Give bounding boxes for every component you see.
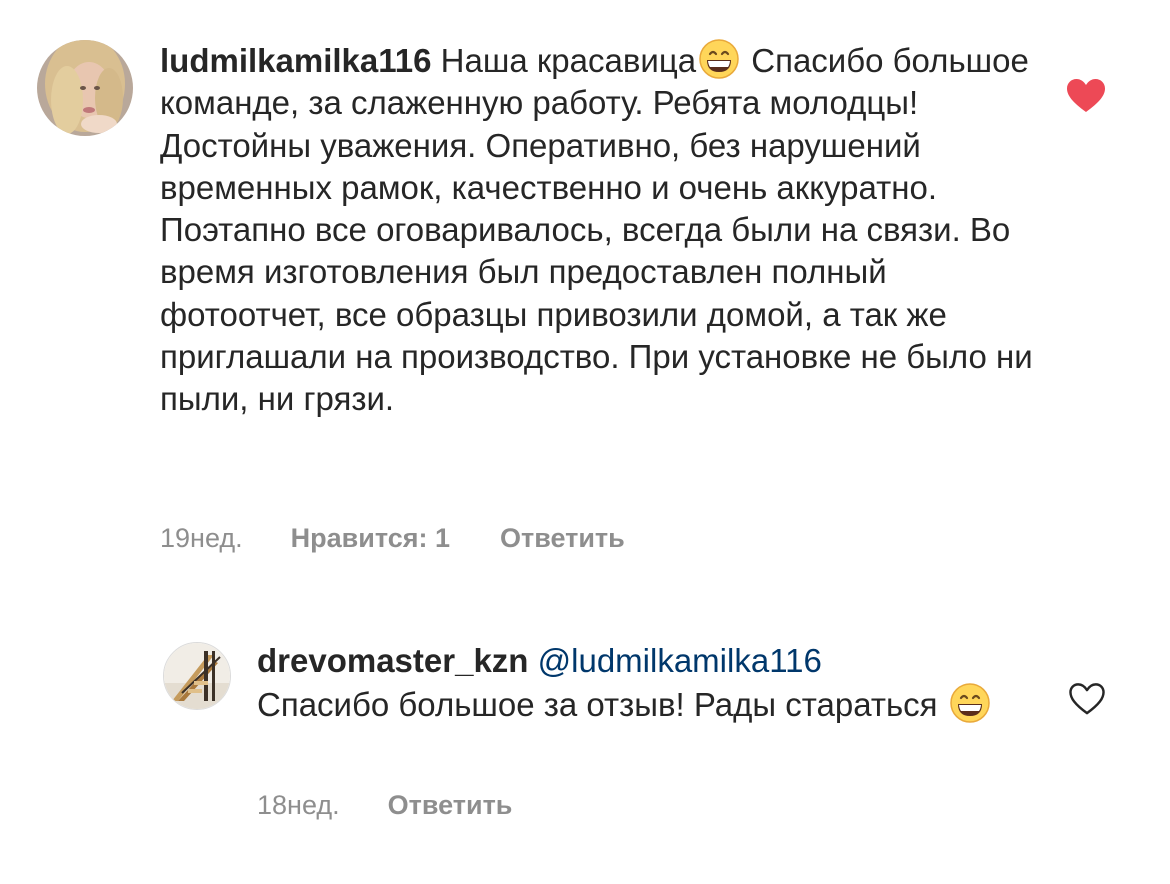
grinning-face-emoji-icon xyxy=(949,682,991,724)
comment-text: ludmilkamilka116 Наша красавица Спасибо … xyxy=(160,38,1040,421)
comment-text-start: Наша красавица xyxy=(440,42,697,79)
comment-username[interactable]: ludmilkamilka116 xyxy=(160,42,432,79)
comment-likes-count[interactable]: Нравится: 1 xyxy=(291,523,450,554)
reply-time[interactable]: 18нед. xyxy=(257,790,340,821)
avatar-ludmilkamilka116[interactable] xyxy=(37,40,133,136)
comment-time[interactable]: 19нед. xyxy=(160,523,243,554)
comment-text-rest: Спасибо большое команде, за слаженную ра… xyxy=(160,42,1033,418)
reply-mention-link[interactable]: @ludmilkamilka116 xyxy=(538,642,822,679)
heart-outline-icon[interactable] xyxy=(1068,682,1106,716)
reply-message: Спасибо большое за отзыв! Рады стараться xyxy=(257,686,938,724)
reply-reply-button[interactable]: Ответить xyxy=(388,790,513,821)
comment-reply-button[interactable]: Ответить xyxy=(500,523,625,554)
reply-username[interactable]: drevomaster_kzn xyxy=(257,642,528,679)
reply-meta: 18нед. Ответить xyxy=(257,790,512,821)
comment-meta: 19нед. Нравится: 1 Ответить xyxy=(160,523,625,554)
heart-filled-icon[interactable] xyxy=(1066,78,1106,114)
avatar-drevomaster-kzn[interactable] xyxy=(163,642,231,710)
reply-text: drevomaster_kzn @ludmilkamilka116 Спасибо… xyxy=(257,640,1037,727)
grinning-face-emoji-icon xyxy=(698,38,740,80)
